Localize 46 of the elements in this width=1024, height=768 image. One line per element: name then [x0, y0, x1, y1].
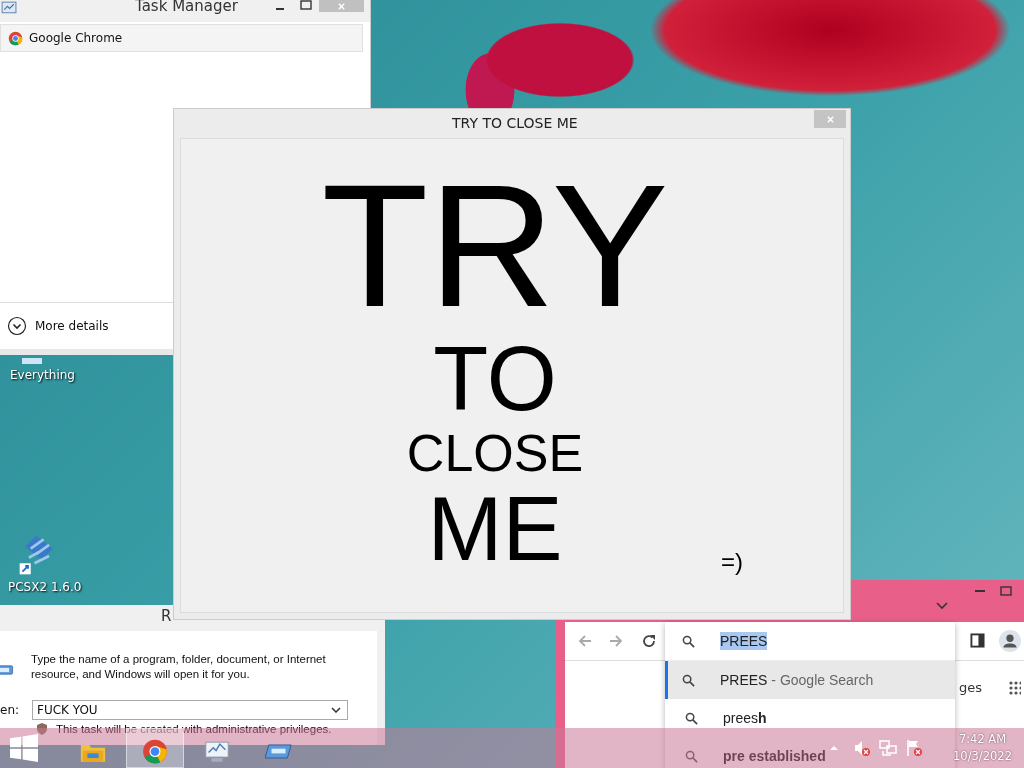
big-text: TRY [321, 158, 669, 333]
maximize-icon[interactable] [300, 0, 312, 10]
reload-icon[interactable] [641, 633, 657, 649]
search-icon [682, 634, 695, 648]
monitor-chart-icon [0, 1, 17, 16]
suggestion-text: pre established [723, 748, 826, 764]
apps-grid-icon[interactable] [1009, 681, 1021, 697]
flag-icon[interactable] [905, 739, 924, 757]
suggestion-text: preesh [723, 710, 767, 726]
speaker-muted-icon[interactable] [853, 739, 872, 757]
run-app-icon [0, 662, 14, 678]
suggestion-text: PREES - Google Search [720, 672, 874, 688]
big-text: ME [427, 484, 563, 574]
search-icon [685, 749, 698, 763]
open-label: en: [0, 703, 20, 717]
suggestion-item[interactable]: pre established [665, 737, 955, 768]
profile-avatar-icon[interactable] [999, 630, 1021, 652]
search-icon [685, 711, 698, 725]
process-row[interactable]: Google Chrome [0, 24, 363, 52]
more-details-button[interactable]: More details [7, 316, 109, 336]
close-icon [825, 114, 835, 124]
search-icon [682, 673, 695, 687]
back-icon[interactable] [577, 633, 593, 649]
suggestion-item[interactable]: PREES - Google Search [665, 661, 955, 699]
run-description: Type the name of a program, folder, document, or Internet resource, and Windows will open it for you. [31, 652, 327, 682]
shield-icon [36, 722, 48, 736]
address-field[interactable]: PREES [720, 632, 768, 650]
suggestion-item[interactable]: preesh [665, 699, 955, 737]
window-title: R [161, 607, 172, 625]
window-title: Task Manager [135, 0, 238, 15]
process-name: Google Chrome [29, 31, 123, 45]
windows-logo-icon[interactable] [10, 734, 38, 762]
open-combo-box[interactable]: FUCK YOU [32, 700, 348, 720]
maximize-icon[interactable] [1000, 586, 1012, 596]
desktop-icon-label[interactable]: Everything [10, 368, 75, 382]
close-icon [337, 1, 346, 11]
chevron-down-icon[interactable] [936, 602, 948, 610]
big-text: TO [433, 334, 557, 424]
forward-icon[interactable] [608, 633, 624, 649]
chrome-icon [8, 30, 23, 46]
smiley-text: =) [721, 548, 743, 576]
window-title: TRY TO CLOSE ME [452, 115, 578, 131]
page-text: ges [959, 680, 983, 695]
big-text: CLOSE [406, 427, 584, 479]
side-panel-icon[interactable] [970, 633, 985, 648]
chevron-circle-icon [7, 316, 27, 336]
